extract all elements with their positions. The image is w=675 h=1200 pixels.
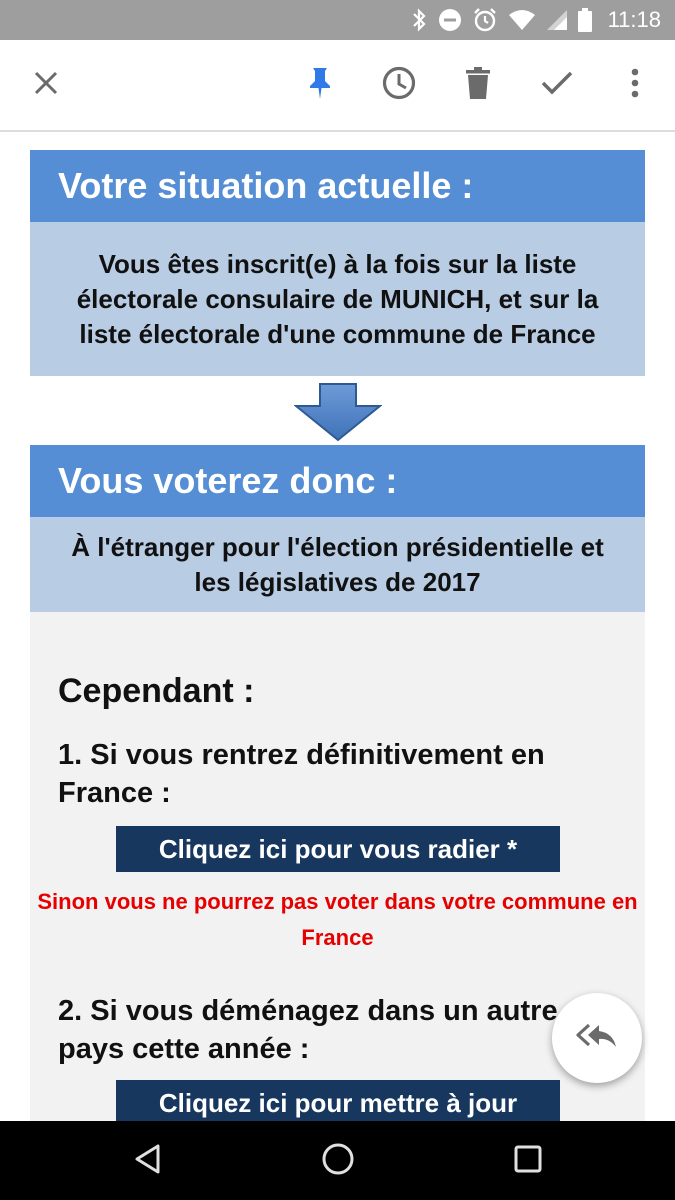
message-content[interactable]: Votre situation actuelle : Vous êtes ins… [0, 132, 675, 1121]
done-button[interactable] [533, 61, 581, 109]
pin-button[interactable] [296, 61, 344, 109]
alarm-icon [472, 7, 498, 33]
down-arrow-icon [293, 382, 383, 447]
do-not-disturb-icon [438, 8, 462, 32]
cependant-heading: Cependant : [58, 672, 255, 710]
status-bar: 11:18 [0, 0, 675, 40]
home-button[interactable] [316, 1139, 360, 1183]
reply-all-button[interactable] [552, 993, 642, 1083]
delete-button[interactable] [454, 61, 502, 109]
recents-icon [513, 1144, 543, 1179]
vote-body: À l'étranger pour l'élection présidentie… [30, 517, 645, 613]
vote-header: Vous voterez donc : [30, 445, 645, 517]
check-icon [541, 70, 573, 101]
close-icon [33, 70, 59, 101]
situation-title: Votre situation actuelle : [58, 165, 474, 206]
cell-signal-icon [546, 9, 568, 31]
back-icon [133, 1143, 163, 1180]
trash-icon [465, 66, 491, 104]
clock-icon [382, 66, 416, 105]
snooze-button[interactable] [375, 61, 423, 109]
battery-icon [577, 8, 592, 32]
vote-text: À l'étranger pour l'élection présidentie… [71, 532, 604, 597]
situation-body: Vous êtes inscrit(e) à la fois sur la li… [30, 222, 645, 376]
pin-icon [307, 66, 333, 105]
more-vert-icon [631, 68, 639, 103]
radiation-warning: Sinon vous ne pourrez pas voter dans vot… [37, 889, 638, 950]
back-button[interactable] [126, 1139, 170, 1183]
app-toolbar [0, 40, 675, 132]
bluetooth-icon [410, 8, 428, 32]
navigation-bar [0, 1121, 675, 1200]
status-time: 11:18 [607, 7, 661, 32]
recents-button[interactable] [506, 1139, 550, 1183]
reply-all-icon [575, 1021, 619, 1056]
radiation-button[interactable]: Cliquez ici pour vous radier * [116, 826, 560, 872]
home-icon [321, 1142, 355, 1181]
status-icons: 11:18 [410, 0, 661, 40]
wifi-icon [508, 9, 536, 31]
situation-text: Vous êtes inscrit(e) à la fois sur la li… [76, 248, 599, 349]
move-country-item: 2. Si vous déménagez dans un autre pays … [58, 995, 558, 1065]
close-button[interactable] [22, 61, 70, 109]
return-france-item: 1. Si vous rentrez définitivement en Fra… [58, 739, 545, 809]
more-options-button[interactable] [611, 61, 659, 109]
vote-title: Vous voterez donc : [58, 460, 398, 501]
situation-header: Votre situation actuelle : [30, 150, 645, 222]
update-button[interactable]: Cliquez ici pour mettre à jour [116, 1080, 560, 1121]
